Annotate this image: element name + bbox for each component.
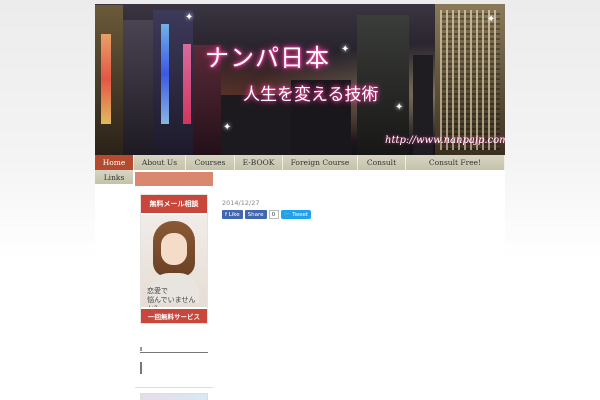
sparkle-icon: ✦	[185, 12, 194, 23]
nav-courses[interactable]: Courses	[186, 155, 235, 170]
sparkle-icon: ✦	[223, 122, 232, 133]
nav-links[interactable]: Links	[95, 170, 133, 184]
banner-caption-line2: 悩んでいませんか？	[147, 296, 196, 307]
nav-consult[interactable]: Consult	[358, 155, 406, 170]
post-date: 2014/12/27	[222, 199, 260, 207]
site-url: http://www.nanpajp.com	[385, 135, 505, 146]
banner-foot: 一回無料サービス	[141, 309, 207, 323]
neon-sign	[183, 44, 191, 124]
neon-sign	[161, 24, 169, 124]
tweet-button[interactable]: 🐦 Tweet	[280, 210, 312, 219]
sidebar-thumbnail[interactable]	[140, 393, 208, 400]
sidebar-divider	[135, 387, 213, 388]
page-container: ✦ ✦ ✦ ✦ ✦ ナンパ日本 人生を変える技術 http://www.nanp…	[95, 4, 505, 400]
header-banner[interactable]: ✦ ✦ ✦ ✦ ✦ ナンパ日本 人生を変える技術 http://www.nanp…	[95, 4, 505, 155]
facebook-share-button[interactable]: Share	[244, 210, 267, 219]
sidebar-header-bar	[135, 172, 213, 186]
twitter-icon: 🐦	[283, 211, 293, 218]
like-label: Like	[228, 211, 240, 218]
tweet-label: Tweet	[292, 211, 309, 218]
banner-caption-line1: 恋愛で	[147, 287, 168, 295]
sidebar-consult-banner[interactable]: 無料メール相談 恋愛で 悩んでいませんか？ 一回無料サービス	[140, 194, 208, 324]
banner-photo: 恋愛で 悩んでいませんか？	[141, 215, 207, 307]
banner-head: 無料メール相談	[141, 195, 207, 213]
neon-sign	[101, 34, 111, 124]
sparkle-icon: ✦	[341, 44, 350, 55]
nav-ebook[interactable]: E-BOOK	[235, 155, 283, 170]
widget-line	[140, 352, 208, 353]
nav-about-us[interactable]: About Us	[134, 155, 186, 170]
sparkle-icon: ✦	[487, 14, 496, 25]
widget-mark	[140, 362, 142, 374]
photo-face	[161, 233, 187, 265]
nav-home[interactable]: Home	[95, 155, 134, 170]
widget-mark	[140, 347, 142, 351]
facebook-like-button[interactable]: f Like	[222, 210, 243, 219]
site-title: ナンパ日本	[205, 44, 330, 72]
nav-consult-free[interactable]: Consult Free!	[406, 155, 505, 170]
nav-foreign-course[interactable]: Foreign Course	[283, 155, 358, 170]
building	[123, 20, 153, 155]
site-subtitle: 人生を変える技術	[243, 85, 379, 105]
tower-lights	[440, 10, 500, 150]
social-buttons: f Like Share 0 🐦 Tweet	[222, 210, 312, 219]
banner-caption: 恋愛で 悩んでいませんか？	[147, 287, 207, 307]
like-count: 0	[268, 210, 279, 219]
sparkle-icon: ✦	[395, 102, 404, 113]
main-nav: Home About Us Courses E-BOOK Foreign Cou…	[95, 155, 505, 170]
